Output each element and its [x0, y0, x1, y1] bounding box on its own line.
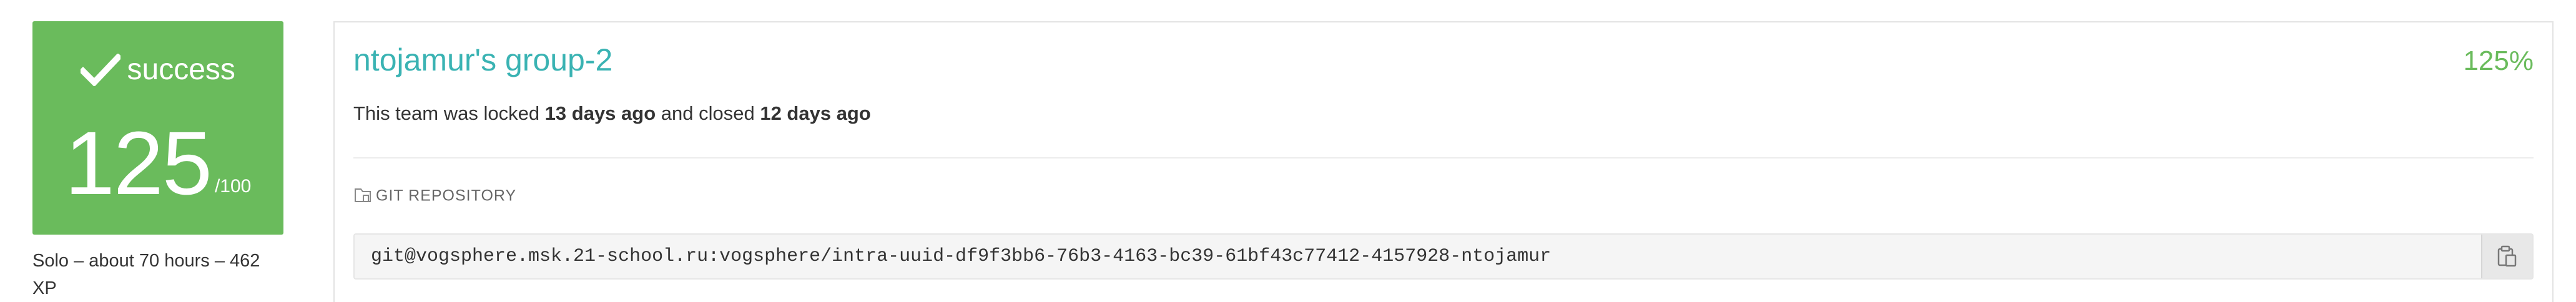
team-title-link[interactable]: ntojamur's group-2 — [353, 40, 612, 80]
repo-url[interactable]: git@vogsphere.msk.21-school.ru:vogsphere… — [371, 235, 1551, 278]
repo-label: GIT REPOSITORY — [353, 183, 516, 207]
divider — [353, 157, 2534, 158]
clipboard-icon — [2497, 245, 2517, 267]
status-label: success — [127, 53, 235, 86]
check-icon — [81, 54, 121, 86]
team-percent: 125% — [2463, 46, 2534, 76]
status-row: success — [32, 54, 283, 86]
lock-middle: and closed — [656, 102, 760, 124]
lock-info: This team was locked 13 days ago and clo… — [353, 100, 871, 127]
copy-button[interactable] — [2481, 235, 2532, 278]
score-value: 125 — [64, 113, 212, 213]
repo-label-text: GIT REPOSITORY — [376, 187, 517, 205]
score-card: success 125/100 — [32, 21, 283, 235]
project-summary: success 125/100 Solo – about 70 hours – … — [0, 0, 300, 302]
folder-icon — [355, 188, 371, 203]
closed-time: 12 days ago — [760, 102, 871, 124]
locked-time: 13 days ago — [544, 102, 656, 124]
project-meta: Solo – about 70 hours – 462 XP — [32, 251, 260, 298]
score-row: 125/100 — [32, 114, 283, 213]
repo-url-box: git@vogsphere.msk.21-school.ru:vogsphere… — [353, 233, 2534, 280]
lock-prefix: This team was locked — [353, 102, 545, 124]
team-panel: ntojamur's group-2 125% This team was lo… — [333, 21, 2554, 302]
score-max: /100 — [214, 176, 252, 197]
